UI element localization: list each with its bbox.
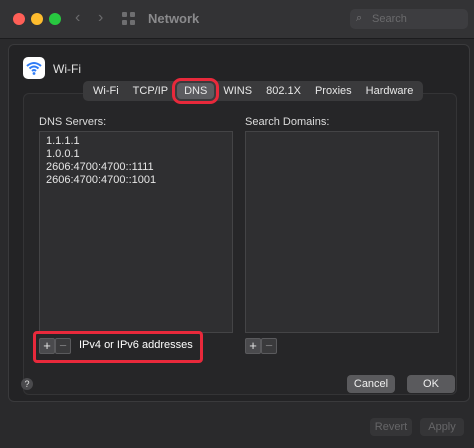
annotation-highlight (33, 331, 203, 363)
service-name: Wi-Fi (53, 62, 81, 76)
tab-proxies[interactable]: Proxies (308, 81, 359, 101)
chevron-left-icon[interactable]: ‹ (75, 9, 80, 27)
search-icon: ⌕ (356, 12, 363, 24)
tab-8021x[interactable]: 802.1X (259, 81, 308, 101)
tab-wins[interactable]: WINS (216, 81, 259, 101)
window-title: Network (148, 11, 200, 26)
tab-dns[interactable]: DNS (172, 78, 220, 104)
minimize-window-button[interactable] (31, 13, 43, 25)
search-domains-label: Search Domains: (245, 116, 330, 128)
close-window-button[interactable] (13, 13, 25, 25)
cancel-button[interactable]: Cancel (347, 375, 395, 393)
grid-icon[interactable] (122, 12, 136, 26)
add-domain-button[interactable]: + (245, 338, 261, 354)
tab-wifi[interactable]: Wi-Fi (86, 81, 126, 101)
search-placeholder: Search (372, 13, 407, 25)
list-item[interactable]: 2606:4700:4700::1111 (40, 161, 232, 174)
tab-tcpip[interactable]: TCP/IP (126, 81, 175, 101)
dns-servers-list[interactable]: 1.1.1.1 1.0.0.1 2606:4700:4700::1111 260… (39, 131, 233, 333)
tab-bar: Wi-Fi TCP/IP DNS WINS 802.1X Proxies Har… (83, 78, 424, 104)
ok-button[interactable]: OK (407, 375, 455, 393)
chevron-right-icon[interactable]: › (98, 9, 103, 27)
list-item[interactable]: 2606:4700:4700::1001 (40, 174, 232, 187)
remove-domain-button[interactable]: − (261, 338, 277, 354)
search-domains-list[interactable] (245, 131, 439, 333)
dns-servers-label: DNS Servers: (39, 116, 107, 128)
list-item[interactable]: 1.0.0.1 (40, 148, 232, 161)
dns-sheet: Wi-Fi Wi-Fi TCP/IP DNS WINS 802.1X Proxi… (8, 44, 470, 402)
apply-button[interactable]: Apply (420, 418, 464, 436)
search-field[interactable]: ⌕ Search (350, 9, 468, 29)
revert-button[interactable]: Revert (370, 418, 412, 436)
zoom-window-button[interactable] (49, 13, 61, 25)
tab-hardware[interactable]: Hardware (359, 81, 421, 101)
help-icon[interactable]: ? (21, 378, 33, 390)
list-item[interactable]: 1.1.1.1 (40, 135, 232, 148)
wifi-icon (23, 57, 45, 79)
title-bar: ‹ › Network ⌕ Search (0, 0, 474, 39)
